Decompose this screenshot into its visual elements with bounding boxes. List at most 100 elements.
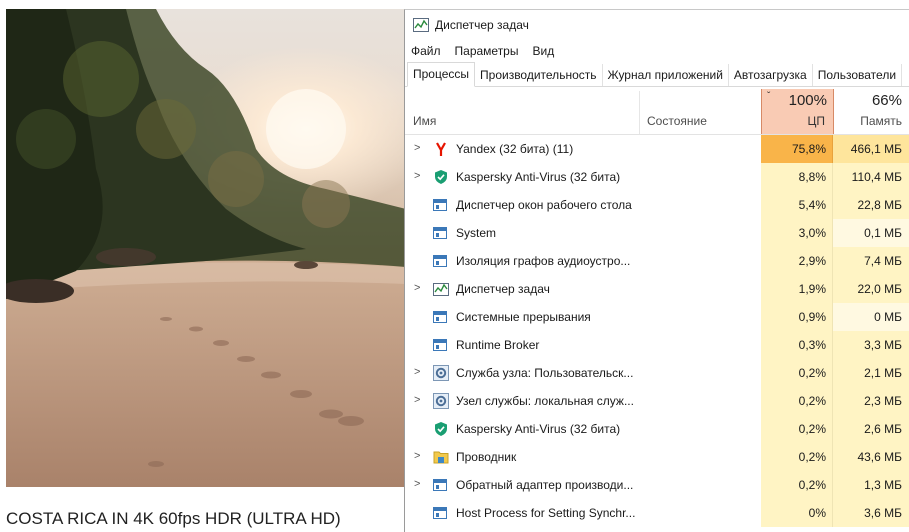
expand-chevron-icon[interactable]: > xyxy=(414,142,420,154)
process-memory: 43,6 МБ xyxy=(833,443,909,471)
folder-icon xyxy=(433,449,449,465)
process-name: Диспетчер задач xyxy=(456,282,550,296)
column-cpu[interactable]: ˇ 100% ЦП xyxy=(761,89,834,134)
menu-view[interactable]: Вид xyxy=(532,44,554,58)
process-cpu: 0,2% xyxy=(761,415,833,443)
kaspersky-shield-icon xyxy=(433,421,449,437)
process-row[interactable]: > Yandex (32 бита) (11) 75,8% 466,1 МБ xyxy=(405,135,909,163)
process-row[interactable]: Системные прерывания 0,9% 0 МБ xyxy=(405,303,909,331)
video-title[interactable]: COSTA RICA IN 4K 60fps HDR (ULTRA HD) xyxy=(6,509,341,529)
kaspersky-shield-icon xyxy=(433,169,449,185)
process-row[interactable]: > Диспетчер задач 1,9% 22,0 МБ xyxy=(405,275,909,303)
memory-label: Память xyxy=(860,114,902,128)
process-row[interactable]: Runtime Broker 0,3% 3,3 МБ xyxy=(405,331,909,359)
window-icon xyxy=(433,505,449,521)
process-row[interactable]: > Узел службы: локальная служ... 0,2% 2,3 М… xyxy=(405,387,909,415)
process-row[interactable]: Host Process for Setting Synchr... 0% 3,6 … xyxy=(405,499,909,527)
process-name: Служба узла: Пользовательск... xyxy=(456,366,634,380)
window-icon xyxy=(433,225,449,241)
tab-bar: Процессы Производительность Журнал прило… xyxy=(405,62,909,87)
process-row[interactable]: Kaspersky Anti-Virus (32 бита) 0,2% 2,6 МБ xyxy=(405,415,909,443)
column-memory[interactable]: 66% Память xyxy=(833,89,909,134)
tab-app-history[interactable]: Журнал приложений xyxy=(603,64,729,86)
process-name: Host Process for Setting Synchr... xyxy=(456,506,636,520)
tab-performance[interactable]: Производительность xyxy=(475,64,603,86)
process-memory: 7,4 МБ xyxy=(833,247,909,275)
process-row[interactable]: Диспетчер окон рабочего стола 5,4% 22,8 МБ xyxy=(405,191,909,219)
process-cpu: 1,9% xyxy=(761,275,833,303)
menu-options[interactable]: Параметры xyxy=(455,44,519,58)
process-row[interactable]: > Проводник 0,2% 43,6 МБ xyxy=(405,443,909,471)
task-manager-window: Диспетчер задач Файл Параметры Вид Проце… xyxy=(404,9,909,532)
tab-processes[interactable]: Процессы xyxy=(407,62,476,87)
column-status[interactable]: Состояние xyxy=(647,114,707,128)
process-cpu: 0,2% xyxy=(761,387,833,415)
menu-bar: Файл Параметры Вид xyxy=(405,40,909,62)
process-cpu: 5,4% xyxy=(761,191,833,219)
process-name: System xyxy=(456,226,497,240)
tab-users[interactable]: Пользователи xyxy=(813,64,903,86)
process-row[interactable]: Изоляция графов аудиоустро... 2,9% 7,4 МБ xyxy=(405,247,909,275)
column-header: Имя Состояние ˇ 100% ЦП 66% Память xyxy=(405,87,909,135)
process-cpu: 0,2% xyxy=(761,471,833,499)
cpu-total: 100% xyxy=(788,92,827,109)
process-memory: 0,1 МБ xyxy=(833,219,909,247)
process-memory: 3,6 МБ xyxy=(833,499,909,527)
process-memory: 3,3 МБ xyxy=(833,331,909,359)
expand-chevron-icon[interactable]: > xyxy=(414,478,420,490)
tab-startup[interactable]: Автозагрузка xyxy=(729,64,813,86)
title-bar[interactable]: Диспетчер задач xyxy=(405,10,909,40)
gear-icon xyxy=(433,365,449,381)
process-name: Системные прерывания xyxy=(456,310,591,324)
process-memory: 22,0 МБ xyxy=(833,275,909,303)
window-icon xyxy=(433,309,449,325)
video-thumbnail[interactable] xyxy=(6,9,406,487)
window-title: Диспетчер задач xyxy=(435,18,529,32)
expand-chevron-icon[interactable]: > xyxy=(414,282,420,294)
expand-chevron-icon[interactable]: > xyxy=(414,450,420,462)
process-name: Yandex (32 бита) (11) xyxy=(456,142,574,156)
process-memory: 110,4 МБ xyxy=(833,163,909,191)
window-icon xyxy=(433,253,449,269)
window-icon xyxy=(433,337,449,353)
process-name: Проводник xyxy=(456,450,517,464)
process-row[interactable]: > Служба узла: Пользовательск... 0,2% 2,1 М… xyxy=(405,359,909,387)
task-manager-icon xyxy=(433,281,449,297)
process-cpu: 0,2% xyxy=(761,359,833,387)
process-cpu: 3,0% xyxy=(761,219,833,247)
process-cpu: 75,8% xyxy=(761,135,833,163)
expand-chevron-icon[interactable]: > xyxy=(414,366,420,378)
process-cpu: 2,9% xyxy=(761,247,833,275)
process-name: Runtime Broker xyxy=(456,338,540,352)
expand-chevron-icon[interactable]: > xyxy=(414,394,420,406)
process-memory: 1,3 МБ xyxy=(833,471,909,499)
process-memory: 2,6 МБ xyxy=(833,415,909,443)
process-memory: 22,8 МБ xyxy=(833,191,909,219)
beach-sunset-image xyxy=(6,9,406,487)
expand-chevron-icon[interactable]: > xyxy=(414,170,420,182)
gear-icon xyxy=(433,393,449,409)
process-name: Обратный адаптер производи... xyxy=(456,478,634,492)
window-icon xyxy=(433,477,449,493)
process-list: > Yandex (32 бита) (11) 75,8% 466,1 МБ > Kasp… xyxy=(405,135,909,527)
process-cpu: 8,8% xyxy=(761,163,833,191)
process-row[interactable]: > Обратный адаптер производи... 0,2% 1,3 МБ xyxy=(405,471,909,499)
cpu-label: ЦП xyxy=(807,114,825,128)
process-name: Kaspersky Anti-Virus (32 бита) xyxy=(456,170,621,184)
column-divider[interactable] xyxy=(639,91,640,134)
window-icon xyxy=(433,197,449,213)
process-row[interactable]: > Kaspersky Anti-Virus (32 бита) 8,8% 110,4… xyxy=(405,163,909,191)
process-cpu: 0% xyxy=(761,499,833,527)
yandex-icon xyxy=(433,141,449,157)
process-memory: 2,3 МБ xyxy=(833,387,909,415)
process-name: Kaspersky Anti-Virus (32 бита) xyxy=(456,422,621,436)
menu-file[interactable]: Файл xyxy=(411,44,441,58)
process-cpu: 0,3% xyxy=(761,331,833,359)
process-cpu: 0,2% xyxy=(761,443,833,471)
process-row[interactable]: System 3,0% 0,1 МБ xyxy=(405,219,909,247)
process-memory: 0 МБ xyxy=(833,303,909,331)
task-manager-icon xyxy=(413,18,429,32)
process-name: Узел службы: локальная служ... xyxy=(456,394,634,408)
column-name[interactable]: Имя xyxy=(413,114,436,128)
process-memory: 466,1 МБ xyxy=(833,135,909,163)
